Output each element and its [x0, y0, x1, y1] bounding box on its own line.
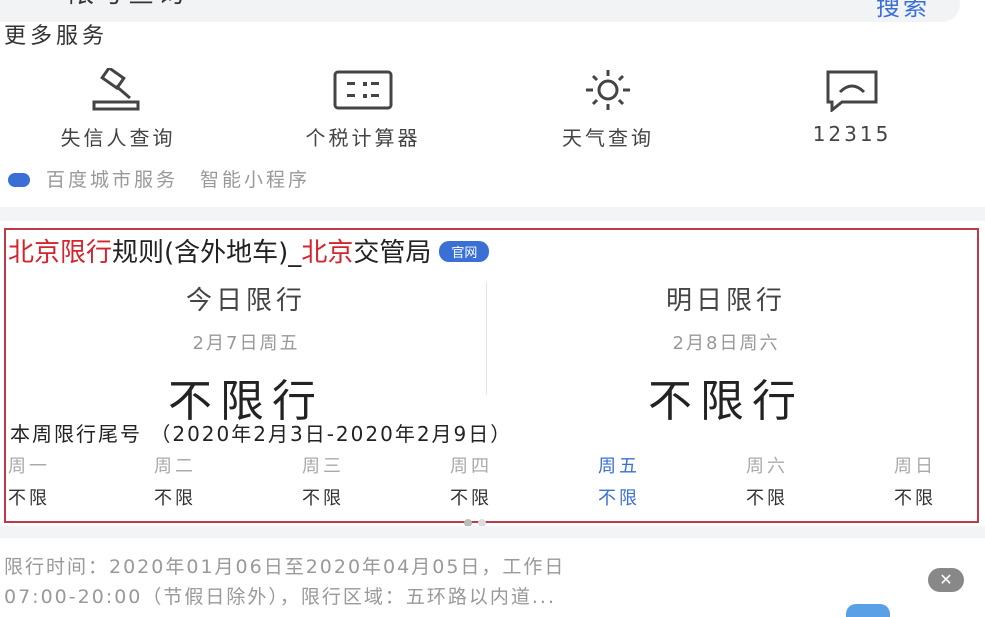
floating-assistant-icon[interactable] [846, 604, 890, 617]
platform-label: 百度城市服务 [46, 169, 179, 191]
tomorrow-date: 2月8日周六 [672, 333, 780, 354]
week-day-name: 周一 [8, 456, 50, 477]
service-weather[interactable]: 天气查询 [508, 66, 708, 151]
card-title[interactable]: 北京限行规则(含外地车)_北京交管局 官网 [8, 232, 490, 269]
tomorrow-heading: 明日限行 [665, 286, 786, 316]
week-day-name: 周二 [154, 456, 196, 477]
service-label: 失信人查询 [60, 126, 176, 150]
week-day-name: 周六 [746, 456, 788, 477]
more-services-title: 更多服务 [4, 24, 109, 49]
official-badge: 官网 [439, 241, 490, 262]
week-day-value: 不限 [746, 488, 788, 509]
service-label: 个税计算器 [305, 126, 421, 150]
tomorrow-restriction: 明日限行 2月8日周六 不限行 [496, 280, 956, 429]
platform-line: 百度城市服务 智能小程序 [8, 165, 310, 192]
week-title: 本周限行尾号 （2020年2月3日-2020年2月9日） [10, 422, 513, 446]
platform-logo-icon [8, 173, 30, 187]
today-heading: 今日限行 [185, 286, 306, 316]
week-day-name: 周日 [894, 456, 936, 477]
title-text: 规则(含外地车)_ [112, 238, 302, 268]
week-day-value: 不限 [302, 488, 344, 509]
restriction-card[interactable]: 北京限行规则(含外地车)_北京交管局 官网 今日限行 2月7日周五 不限行 明日限… [4, 228, 979, 527]
week-day-value: 不限 [154, 488, 196, 509]
description-line: 07:00-20:00（节假日除外），限行区域：五环路以内道... [4, 586, 556, 608]
gavel-icon [86, 66, 150, 114]
service-tax-calculator[interactable]: 个税计算器 [263, 66, 463, 151]
week-day-fri: 周五 不限 [598, 452, 678, 510]
week-day-name: 周五 [598, 456, 640, 477]
calculator-icon [331, 66, 395, 114]
today-restriction: 今日限行 2月7日周五 不限行 [16, 280, 476, 429]
week-day-mon: 周一 不限 [8, 452, 88, 510]
week-day-sun: 周日 不限 [894, 452, 974, 510]
restriction-description[interactable]: 限行时间：2020年01月06日至2020年04月05日，工作日 07:00-2… [4, 552, 939, 612]
sun-icon [576, 66, 640, 114]
tomorrow-status: 不限行 [648, 376, 804, 427]
service-dishonest-query[interactable]: 失信人查询 [18, 66, 218, 151]
search-bar: 限号查询 搜索 [0, 0, 985, 24]
week-day-value: 不限 [450, 488, 492, 509]
section-divider [0, 526, 985, 538]
search-button[interactable]: 搜索 [876, 0, 930, 22]
week-day-tue: 周二 不限 [154, 452, 234, 510]
close-icon[interactable]: ✕ [928, 568, 964, 592]
title-highlight: 北京 [301, 238, 354, 268]
platform-sub: 智能小程序 [200, 169, 311, 191]
week-day-name: 周四 [450, 456, 492, 477]
week-day-wed: 周三 不限 [302, 452, 382, 510]
message-icon [820, 66, 884, 114]
search-input[interactable]: 限号查询 [0, 0, 960, 22]
title-text: 交管局 [353, 238, 432, 268]
title-highlight: 北京限行 [8, 238, 113, 268]
search-query[interactable]: 限号查询 [68, 0, 188, 10]
service-12315[interactable]: 12315 [752, 66, 952, 146]
week-day-name: 周三 [302, 456, 344, 477]
service-label: 天气查询 [562, 126, 654, 150]
service-label: 12315 [812, 122, 892, 146]
section-divider [0, 207, 985, 221]
week-day-sat: 周六 不限 [746, 452, 826, 510]
today-date: 2月7日周五 [192, 333, 300, 354]
description-line: 限行时间：2020年01月06日至2020年04月05日，工作日 [4, 556, 566, 578]
week-day-thu: 周四 不限 [450, 452, 530, 510]
day-separator [486, 282, 487, 394]
week-day-value: 不限 [8, 488, 50, 509]
week-day-value: 不限 [894, 488, 936, 509]
week-day-value: 不限 [598, 488, 640, 509]
